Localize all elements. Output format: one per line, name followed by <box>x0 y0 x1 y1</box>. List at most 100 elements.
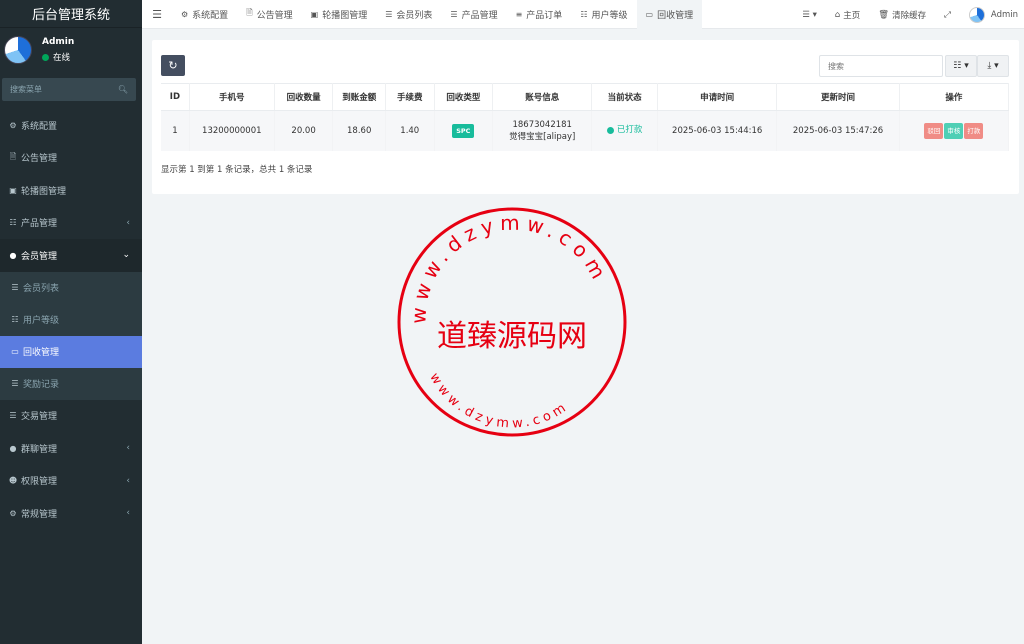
tab-system-config[interactable]: ⚙ 系统配置 <box>172 0 237 29</box>
home-label: 主页 <box>843 10 861 21</box>
cell-type: SPC <box>434 110 494 151</box>
column-header[interactable]: 账号信息 <box>492 83 593 111</box>
sidebar-item-group-chat[interactable]: ● 群聊管理 ‹ <box>0 432 142 465</box>
sidebar-item-announcements[interactable]: 🗎︎ 公告管理 <box>0 142 142 175</box>
export-button[interactable]: ⤓ ▾ <box>977 55 1009 77</box>
sidebar-item-label: 轮播图管理 <box>21 186 67 197</box>
cell-actions: 驳回 审核 打款 <box>899 110 1010 151</box>
cell-status: 已打款 <box>591 110 659 151</box>
app-title: 后台管理系统 <box>0 0 142 28</box>
sidebar-item-members[interactable]: ● 会员管理 ⌄ <box>0 239 142 272</box>
column-header[interactable]: 回收类型 <box>434 83 494 111</box>
admin-menu[interactable]: Admin <box>960 6 1024 23</box>
chevron-left-icon: ‹ <box>126 443 130 454</box>
content-panel: ↻ ☷ ▾ ⤓ ▾ ID 手机号 回收数量 到账金额 手续费 回收类型 账号信息… <box>152 40 1019 194</box>
tab-member-list[interactable]: ☰ 会员列表 <box>376 0 441 29</box>
column-header[interactable]: 回收数量 <box>274 83 334 111</box>
tab-label: 回收管理 <box>657 10 694 21</box>
chevron-down-icon: ⌄ <box>122 250 130 261</box>
sidebar-item-general[interactable]: ⚙ 常规管理 ‹ <box>0 497 142 530</box>
columns-toggle-button[interactable]: ☷ ▾ <box>945 55 977 77</box>
sidebar-item-member-list[interactable]: ☰ 会员列表 <box>0 272 142 304</box>
sitemap-icon: ☷ <box>11 315 19 324</box>
tab-label: 轮播图管理 <box>322 10 368 21</box>
user-status: 在线 <box>42 51 74 63</box>
sidebar-item-user-level[interactable]: ☷ 用户等级 <box>0 304 142 336</box>
column-header[interactable]: 手机号 <box>189 83 275 111</box>
tabs-dropdown-button[interactable]: ☰ ▾ <box>793 10 826 20</box>
sidebar-search-placeholder: 搜索菜单 <box>10 85 42 94</box>
sidebar-item-label: 系统配置 <box>21 121 58 132</box>
cell-update-time: 2025-06-03 15:47:26 <box>776 110 900 151</box>
sidebar-item-trades[interactable]: ☰ 交易管理 <box>0 400 142 433</box>
cell-account: 18673042181 觉得宝宝[alipay] <box>492 110 593 151</box>
avatar <box>968 6 985 23</box>
sidebar-item-recycle[interactable]: ▭ 回收管理 <box>0 335 142 368</box>
grid-icon: ☷ ▾ <box>953 61 969 71</box>
menu-toggle-icon[interactable]: ☰ <box>142 8 172 21</box>
table-header-row: ID 手机号 回收数量 到账金额 手续费 回收类型 账号信息 当前状态 申请时间… <box>161 83 1010 111</box>
chevron-left-icon: ‹ <box>126 508 130 519</box>
column-header[interactable]: 当前状态 <box>591 83 659 111</box>
image-icon: ▣ <box>310 9 319 19</box>
tab-user-level[interactable]: ☷ 用户等级 <box>571 0 636 29</box>
fullscreen-button[interactable]: ⤢ <box>935 10 960 20</box>
column-header[interactable]: 操作 <box>899 83 1010 111</box>
tab-carousel[interactable]: ▣ 轮播图管理 <box>302 0 377 29</box>
pagination-summary: 显示第 1 到第 1 条记录，总共 1 条记录 <box>161 165 313 175</box>
column-header[interactable]: 申请时间 <box>657 83 778 111</box>
stamp-center-text: 道臻源码网 <box>437 319 587 354</box>
tab-product-orders[interactable]: ≡ 产品订单 <box>507 0 572 29</box>
sitemap-icon: ☷ <box>580 9 588 19</box>
sidebar-item-label: 用户等级 <box>23 316 60 326</box>
user-name: Admin <box>42 37 75 47</box>
avatar[interactable] <box>4 36 32 64</box>
gear-icon: ⚙ <box>181 9 189 19</box>
sidebar-item-label: 会员管理 <box>21 251 58 262</box>
sidebar-item-label: 权限管理 <box>21 477 58 488</box>
sidebar-item-label: 常规管理 <box>21 509 58 520</box>
reject-button[interactable]: 驳回 <box>924 122 944 139</box>
sidebar-item-label: 公告管理 <box>21 154 58 165</box>
document-icon: 🗎︎ <box>246 8 253 17</box>
sidebar-item-system-config[interactable]: ⚙ 系统配置 <box>0 109 142 142</box>
column-header[interactable]: 手续费 <box>385 83 435 111</box>
chat-icon: ● <box>9 443 17 453</box>
sidebar-item-label: 群聊管理 <box>21 444 58 455</box>
list-icon: ☰ <box>11 283 19 292</box>
tab-recycle[interactable]: ▭ 回收管理 <box>636 0 703 29</box>
sidebar-item-carousel[interactable]: ▣ 轮播图管理 <box>0 174 142 207</box>
card-icon: ▭ <box>645 9 654 19</box>
clear-cache-button[interactable]: 🗑︎ 清除缓存 <box>869 9 935 21</box>
sidebar: 后台管理系统 Admin 在线 搜索菜单 🔍︎ ⚙ 系统配置 🗎︎ 公告管理 ▣ 轮播… <box>0 0 142 644</box>
sidebar-item-permissions[interactable]: ☻ 权限管理 ‹ <box>0 465 142 498</box>
sidebar-item-rewards[interactable]: ☰ 奖励记录 <box>0 368 142 400</box>
tab-label: 会员列表 <box>396 10 433 21</box>
review-button[interactable]: 审核 <box>944 122 964 139</box>
tab-label: 用户等级 <box>591 10 628 21</box>
gear-icon: ⚙ <box>9 120 17 130</box>
navbar-right: ☰ ▾ ⌂ 主页 🗑︎ 清除缓存 ⤢ Admin <box>793 0 1024 29</box>
home-link[interactable]: ⌂ 主页 <box>826 9 869 21</box>
sidebar-item-products[interactable]: ☷ 产品管理 ‹ <box>0 207 142 240</box>
column-header[interactable]: ID <box>161 83 190 111</box>
column-header[interactable]: 更新时间 <box>776 83 900 111</box>
tab-announcements[interactable]: 🗎︎ 公告管理 <box>237 0 301 29</box>
sidebar-search-input[interactable]: 搜索菜单 🔍︎ <box>2 78 136 101</box>
tab-products[interactable]: ☰ 产品管理 <box>441 0 506 29</box>
account-holder: 觉得宝宝[alipay] <box>509 131 576 142</box>
cell-id: 1 <box>161 110 190 151</box>
search-input[interactable] <box>819 55 943 77</box>
list-icon: ☰ <box>385 9 393 19</box>
tab-label: 产品管理 <box>461 10 498 21</box>
status-dot-icon <box>606 126 614 134</box>
list-icon: ☰ <box>9 411 17 421</box>
refresh-button[interactable]: ↻ <box>161 55 185 76</box>
search-icon[interactable]: 🔍︎ <box>118 85 128 94</box>
table-row: 1 13200000001 20.00 18.60 1.40 SPC 18673… <box>161 110 1010 151</box>
members-submenu: ☰ 会员列表 ☷ 用户等级 ▭ 回收管理 ☰ 奖励记录 <box>0 271 142 400</box>
cogs-icon: ⚙ <box>9 508 17 518</box>
pay-button[interactable]: 打款 <box>964 122 984 139</box>
column-header[interactable]: 到账金额 <box>332 83 386 111</box>
watermark-stamp: www.dzymw.com 道臻源码网 www.dzymw.com <box>397 207 627 437</box>
